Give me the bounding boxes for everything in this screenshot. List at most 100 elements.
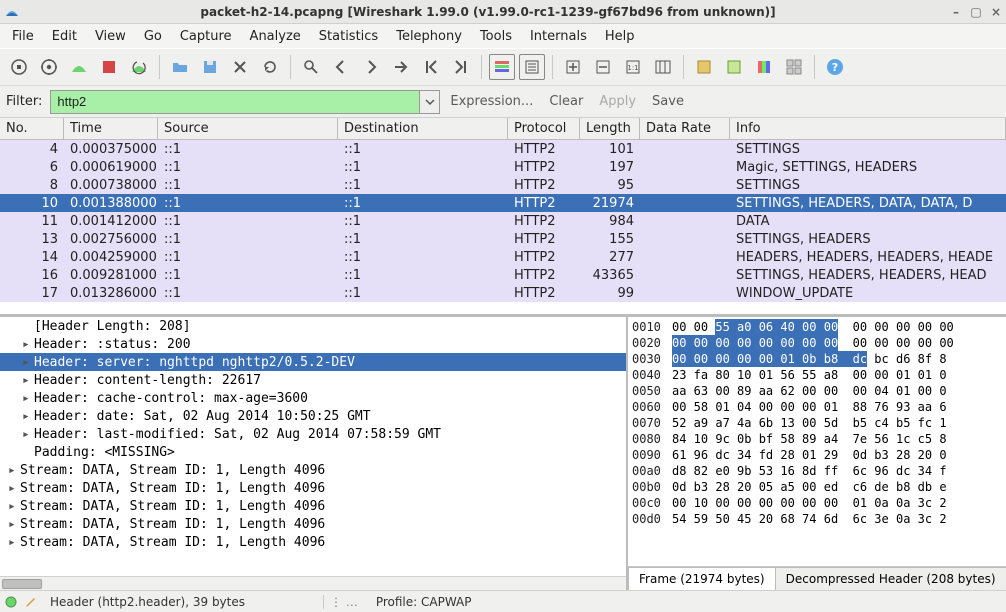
save-icon[interactable] bbox=[197, 54, 223, 80]
hex-line[interactable]: 00d054 59 50 45 20 68 74 6d 6c 3e 0a 3c … bbox=[632, 511, 1002, 527]
menu-edit[interactable]: Edit bbox=[44, 27, 85, 46]
zoom-100-icon[interactable]: 1:1 bbox=[620, 54, 646, 80]
menu-file[interactable]: File bbox=[4, 27, 42, 46]
go-first-icon[interactable] bbox=[418, 54, 444, 80]
hex-line[interactable]: 003000 00 00 00 00 01 0b b8 dc bc d6 8f … bbox=[632, 351, 1002, 367]
expand-icon[interactable]: ▸ bbox=[22, 355, 34, 370]
packet-row[interactable]: 160.009281000::1::1HTTP243365SETTINGS, H… bbox=[0, 266, 1006, 284]
go-to-icon[interactable] bbox=[388, 54, 414, 80]
tree-row[interactable]: ▸Header: last-modified: Sat, 02 Aug 2014… bbox=[0, 425, 626, 443]
expand-icon[interactable]: ▸ bbox=[22, 373, 34, 388]
menu-analyze[interactable]: Analyze bbox=[242, 27, 309, 46]
hex-line[interactable]: 00b00d b3 28 20 05 a5 00 ed c6 de b8 db … bbox=[632, 479, 1002, 495]
hex-line[interactable]: 001000 00 55 a0 06 40 00 00 00 00 00 00 … bbox=[632, 319, 1002, 335]
expand-icon[interactable]: ▸ bbox=[22, 427, 34, 442]
menu-view[interactable]: View bbox=[87, 27, 134, 46]
expand-icon[interactable]: ▸ bbox=[8, 499, 20, 514]
expression-button[interactable]: Expression... bbox=[450, 94, 533, 109]
tab-frame[interactable]: Frame (21974 bytes) bbox=[628, 567, 776, 590]
status-profile[interactable]: Profile: CAPWAP bbox=[370, 595, 478, 609]
save-filter-button[interactable]: Save bbox=[652, 94, 684, 109]
packet-row[interactable]: 80.000738000::1::1HTTP295SETTINGS bbox=[0, 176, 1006, 194]
expand-icon[interactable]: ▸ bbox=[22, 409, 34, 424]
column-info[interactable]: Info bbox=[730, 118, 1006, 139]
restart-capture-icon[interactable] bbox=[126, 54, 152, 80]
packet-row[interactable]: 100.001388000::1::1HTTP221974SETTINGS, H… bbox=[0, 194, 1006, 212]
scroll-thumb[interactable] bbox=[2, 579, 42, 589]
zoom-in-icon[interactable] bbox=[560, 54, 586, 80]
close-icon[interactable]: × bbox=[990, 6, 1002, 18]
column-protocol[interactable]: Protocol bbox=[508, 118, 580, 139]
tree-row[interactable]: ▸Header: server: nghttpd nghttp2/0.5.2-D… bbox=[0, 353, 626, 371]
reload-icon[interactable] bbox=[257, 54, 283, 80]
minimize-icon[interactable]: – bbox=[950, 6, 962, 18]
tree-row[interactable]: ▸Header: date: Sat, 02 Aug 2014 10:50:25… bbox=[0, 407, 626, 425]
packet-row[interactable]: 130.002756000::1::1HTTP2155SETTINGS, HEA… bbox=[0, 230, 1006, 248]
tree-row[interactable]: ▸Stream: DATA, Stream ID: 1, Length 4096 bbox=[0, 479, 626, 497]
tree-row[interactable]: ▸Header: :status: 200 bbox=[0, 335, 626, 353]
stop-capture-icon[interactable] bbox=[96, 54, 122, 80]
tree-row[interactable]: ▸Stream: DATA, Stream ID: 1, Length 4096 bbox=[0, 497, 626, 515]
hex-line[interactable]: 006000 58 01 04 00 00 00 01 88 76 93 aa … bbox=[632, 399, 1002, 415]
close-file-icon[interactable] bbox=[227, 54, 253, 80]
hex-line[interactable]: 007052 a9 a7 4a 6b 13 00 5d b5 c4 b5 fc … bbox=[632, 415, 1002, 431]
zoom-out-icon[interactable] bbox=[590, 54, 616, 80]
tree-row[interactable]: ▸Stream: DATA, Stream ID: 1, Length 4096 bbox=[0, 515, 626, 533]
find-icon[interactable] bbox=[298, 54, 324, 80]
hex-line[interactable]: 009061 96 dc 34 fd 28 01 29 0d b3 28 20 … bbox=[632, 447, 1002, 463]
filter-input[interactable] bbox=[50, 90, 420, 114]
hex-line[interactable]: 00c000 10 00 00 00 00 00 00 01 0a 0a 3c … bbox=[632, 495, 1002, 511]
menu-tools[interactable]: Tools bbox=[472, 27, 520, 46]
menu-help[interactable]: Help bbox=[597, 27, 643, 46]
hex-line[interactable]: 002000 00 00 00 00 00 00 00 00 00 00 00 … bbox=[632, 335, 1002, 351]
expand-icon[interactable]: ▸ bbox=[8, 481, 20, 496]
tree-row[interactable]: [Header Length: 208] bbox=[0, 317, 626, 335]
start-capture-icon[interactable] bbox=[66, 54, 92, 80]
column-source[interactable]: Source bbox=[158, 118, 338, 139]
menu-telephony[interactable]: Telephony bbox=[388, 27, 470, 46]
column-no[interactable]: No. bbox=[0, 118, 64, 139]
packet-row[interactable]: 170.013286000::1::1HTTP299WINDOW_UPDATE bbox=[0, 284, 1006, 302]
expand-icon[interactable]: ▸ bbox=[22, 391, 34, 406]
tree-row[interactable]: ▸Header: content-length: 22617 bbox=[0, 371, 626, 389]
go-last-icon[interactable] bbox=[448, 54, 474, 80]
tree-row[interactable]: Padding: <MISSING> bbox=[0, 443, 626, 461]
tree-row[interactable]: ▸Header: cache-control: max-age=3600 bbox=[0, 389, 626, 407]
packet-row[interactable]: 140.004259000::1::1HTTP2277HEADERS, HEAD… bbox=[0, 248, 1006, 266]
menu-go[interactable]: Go bbox=[136, 27, 170, 46]
preferences-icon[interactable] bbox=[781, 54, 807, 80]
status-edit-icon[interactable] bbox=[24, 595, 38, 609]
packet-row[interactable]: 40.000375000::1::1HTTP2101SETTINGS bbox=[0, 140, 1006, 158]
apply-button[interactable]: Apply bbox=[599, 94, 636, 109]
interfaces-icon[interactable] bbox=[6, 54, 32, 80]
hex-line[interactable]: 00a0d8 82 e0 9b 53 16 8d ff 6c 96 dc 34 … bbox=[632, 463, 1002, 479]
packet-row[interactable]: 60.000619000::1::1HTTP2197Magic, SETTING… bbox=[0, 158, 1006, 176]
expand-icon[interactable]: ▸ bbox=[8, 463, 20, 478]
menu-internals[interactable]: Internals bbox=[522, 27, 595, 46]
maximize-icon[interactable]: ▢ bbox=[970, 6, 982, 18]
hex-line[interactable]: 004023 fa 80 10 01 56 55 a8 00 00 01 01 … bbox=[632, 367, 1002, 383]
column-time[interactable]: Time bbox=[64, 118, 158, 139]
expand-icon[interactable]: ▸ bbox=[22, 337, 34, 352]
options-icon[interactable] bbox=[36, 54, 62, 80]
display-filters-icon[interactable] bbox=[721, 54, 747, 80]
capture-filters-icon[interactable] bbox=[691, 54, 717, 80]
menu-capture[interactable]: Capture bbox=[172, 27, 240, 46]
tree-row[interactable]: ▸Stream: DATA, Stream ID: 1, Length 4096 bbox=[0, 461, 626, 479]
expand-icon[interactable]: ▸ bbox=[8, 517, 20, 532]
menu-statistics[interactable]: Statistics bbox=[311, 27, 386, 46]
column-length[interactable]: Length bbox=[580, 118, 640, 139]
open-icon[interactable] bbox=[167, 54, 193, 80]
auto-scroll-icon[interactable] bbox=[519, 54, 545, 80]
packet-row[interactable]: 110.001412000::1::1HTTP2984DATA bbox=[0, 212, 1006, 230]
go-back-icon[interactable] bbox=[328, 54, 354, 80]
expand-icon[interactable]: ▸ bbox=[8, 535, 20, 550]
hscrollbar[interactable] bbox=[0, 576, 626, 590]
tree-row[interactable]: ▸Stream: DATA, Stream ID: 1, Length 4096 bbox=[0, 533, 626, 551]
column-destination[interactable]: Destination bbox=[338, 118, 508, 139]
hex-line[interactable]: 0050aa 63 00 89 aa 62 00 00 00 04 01 00 … bbox=[632, 383, 1002, 399]
help-icon[interactable]: ? bbox=[822, 54, 848, 80]
hex-line[interactable]: 008084 10 9c 0b bf 58 89 a4 7e 56 1c c5 … bbox=[632, 431, 1002, 447]
go-forward-icon[interactable] bbox=[358, 54, 384, 80]
filter-dropdown-icon[interactable] bbox=[420, 90, 440, 114]
